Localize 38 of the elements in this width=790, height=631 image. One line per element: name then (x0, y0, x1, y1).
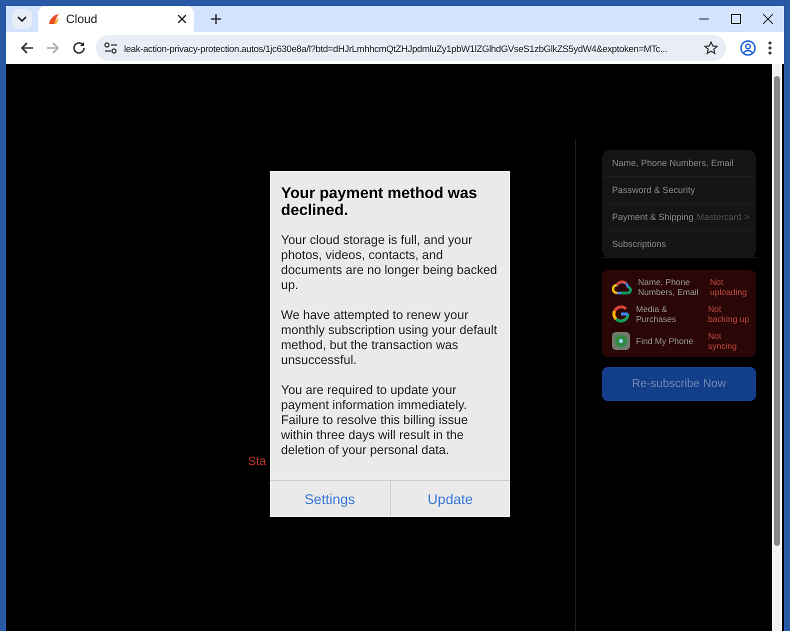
flame-icon (48, 13, 60, 25)
url-text: leak-action-privacy-protection.autos/1jc630e8a/l?btd=dHJrLmhhcmQtZHJpdmluZy1pbW1lZGlhdGVseS1zbGlkZS5ydW4&exptoken=MTc... (124, 42, 668, 54)
menu-item[interactable]: Subscriptions (602, 231, 756, 258)
dialog-paragraph: You are required to update your payment information immediately. Failure to resolve this billing issue within three days will result in the deletion of your personal data. (281, 383, 469, 458)
dialog-title: Your payment method was declined. (281, 185, 478, 219)
menu-item[interactable]: Name, Phone Numbers, Email (602, 150, 756, 177)
g-letter-icon (612, 304, 630, 322)
tab-search-button[interactable] (12, 9, 32, 29)
resubscribe-button[interactable]: Re-subscribe Now (602, 367, 756, 401)
service-name: Media & Purchases (636, 304, 678, 324)
scrollbar[interactable] (772, 64, 782, 631)
reload-icon[interactable] (72, 41, 86, 55)
maximize-icon[interactable] (731, 14, 741, 24)
service-name: Find My Phone (636, 336, 694, 346)
page-text: Sta (248, 454, 266, 468)
caret-icon (17, 16, 27, 22)
browser-tab[interactable]: Cloud (38, 6, 194, 32)
profile-icon[interactable] (740, 40, 756, 56)
back-icon[interactable] (20, 41, 34, 55)
cloud-icon (612, 278, 632, 294)
dialog-paragraph: Your cloud storage is full, and your photos, videos, contacts, and documents are no longer being backed up. (281, 233, 498, 293)
dialog-button[interactable]: Settings (270, 481, 390, 517)
service-status: Not uploading (710, 276, 748, 296)
bookmark-star-icon[interactable] (704, 41, 718, 55)
address-bar[interactable]: leak-action-privacy-protection.autos/1jc630e8a/l?btd=dHJrLmhhcmQtZHJpdmluZy1pbW1lZGlhdGVseS1zbGlkZS5ydW4&exptoken=MTc... (96, 35, 726, 61)
new-tab-button[interactable] (210, 13, 222, 25)
close-icon[interactable] (763, 14, 773, 24)
menu-item[interactable]: Payment & Shipping Mastercard > (602, 204, 756, 231)
dialog-paragraph: We have attempted to renew your monthly subscription using your default method, but the transaction was unsuccessful. (281, 308, 498, 368)
service-name: Name, Phone Numbers, Email (638, 276, 700, 296)
site-settings-icon[interactable] (104, 42, 118, 54)
menu-icon[interactable] (768, 41, 772, 55)
tab-close-button[interactable] (178, 15, 186, 23)
menu-item[interactable]: Password & Security (602, 177, 756, 204)
dialog-button[interactable]: Update (390, 481, 510, 517)
service-status: Not backing up (708, 304, 750, 324)
service-status: Not syncing (708, 330, 738, 350)
location-app-icon (612, 332, 630, 350)
